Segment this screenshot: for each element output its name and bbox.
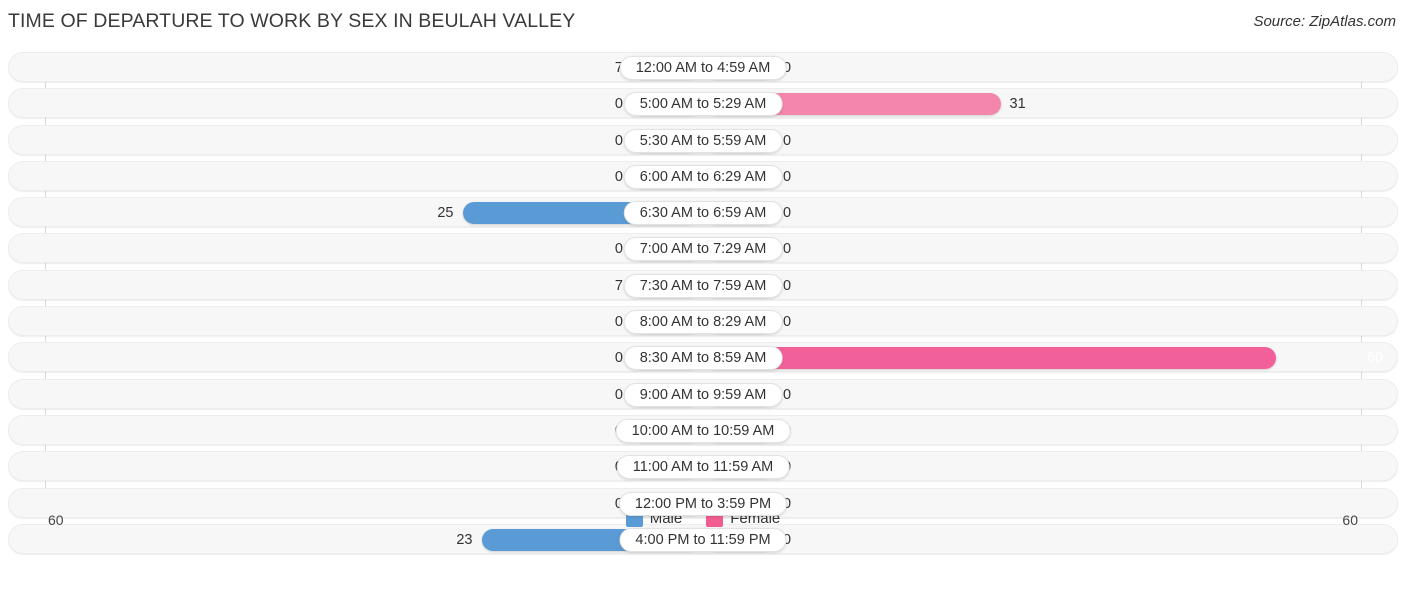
female-value-label: 0 <box>783 386 792 403</box>
category-label: 6:30 AM to 6:59 AM <box>623 201 783 226</box>
category-label: 8:30 AM to 8:59 AM <box>623 346 783 371</box>
bar-row[interactable]: 7 0 7:30 AM to 7:59 AM <box>8 269 1398 300</box>
female-value-label: 0 <box>783 132 792 149</box>
category-label: 9:00 AM to 9:59 AM <box>623 382 783 407</box>
category-label: 12:00 AM to 4:59 AM <box>619 56 787 80</box>
bar-row[interactable]: 0011:00 AM to 11:59 AM <box>8 451 1398 482</box>
bar-row[interactable]: 0 0 5:30 AM to 5:59 AM <box>8 124 1398 155</box>
male-value-label: 0 <box>614 386 623 403</box>
female-value-label: 0 <box>783 241 792 258</box>
bar-row[interactable]: 25 0 6:30 AM to 6:59 AM <box>8 197 1398 228</box>
bar-row[interactable]: 0 0 8:00 AM to 8:29 AM <box>8 306 1398 337</box>
female-value-label: 0 <box>783 314 792 331</box>
male-value-label: 25 <box>437 205 454 222</box>
female-value-label: 31 <box>1009 96 1026 113</box>
male-value-label: 0 <box>614 132 623 149</box>
category-label: 12:00 PM to 3:59 PM <box>618 491 788 516</box>
male-value-label: 0 <box>614 96 623 113</box>
chart-page: TIME OF DEPARTURE TO WORK BY SEX IN BEUL… <box>0 0 1406 595</box>
category-label: 5:30 AM to 5:59 AM <box>623 128 783 153</box>
bar-row[interactable]: 0 0 7:00 AM to 7:29 AM <box>8 233 1398 264</box>
bar-row[interactable]: 0 0 6:00 AM to 6:29 AM <box>8 160 1398 191</box>
male-value-label: 0 <box>614 314 623 331</box>
category-label: 10:00 AM to 10:59 AM <box>615 418 791 443</box>
category-label: 6:00 AM to 6:29 AM <box>623 164 783 189</box>
chart-plot-area: 7012:00 AM to 4:59 AM0315:00 AM to 5:29 … <box>8 52 1398 556</box>
female-value-label: 0 <box>783 277 792 294</box>
category-label: 7:00 AM to 7:29 AM <box>623 237 783 262</box>
male-value-label: 0 <box>614 241 623 258</box>
female-bar[interactable] <box>706 347 1276 370</box>
male-value-label: 0 <box>614 168 623 185</box>
bar-rows-container: 7012:00 AM to 4:59 AM0315:00 AM to 5:29 … <box>8 52 1398 554</box>
female-value-label: 0 <box>783 168 792 185</box>
bar-row[interactable]: 0010:00 AM to 10:59 AM <box>8 414 1398 445</box>
bar-row[interactable]: 0 0 9:00 AM to 9:59 AM <box>8 378 1398 409</box>
source-attribution: Source: ZipAtlas.com <box>1253 13 1396 30</box>
bar-row[interactable]: 7012:00 AM to 4:59 AM <box>8 52 1398 82</box>
male-value-label: 23 <box>456 531 473 548</box>
category-label: 7:30 AM to 7:59 AM <box>623 273 783 298</box>
bar-row[interactable]: 0 31 5:00 AM to 5:29 AM <box>8 88 1398 119</box>
male-value-label: 7 <box>614 277 623 294</box>
bar-row[interactable]: 0 60 8:30 AM to 8:59 AM <box>8 342 1398 373</box>
bar-row[interactable]: 23 0 4:00 PM to 11:59 PM <box>8 523 1398 554</box>
female-value-label: 0 <box>783 205 792 222</box>
female-value-label: 60 <box>1366 350 1383 367</box>
page-title: TIME OF DEPARTURE TO WORK BY SEX IN BEUL… <box>8 10 576 32</box>
category-label: 5:00 AM to 5:29 AM <box>623 92 783 117</box>
category-label: 8:00 AM to 8:29 AM <box>623 310 783 335</box>
category-label: 4:00 PM to 11:59 PM <box>619 527 787 552</box>
category-label: 11:00 AM to 11:59 AM <box>616 455 790 480</box>
male-value-label: 0 <box>614 350 623 367</box>
